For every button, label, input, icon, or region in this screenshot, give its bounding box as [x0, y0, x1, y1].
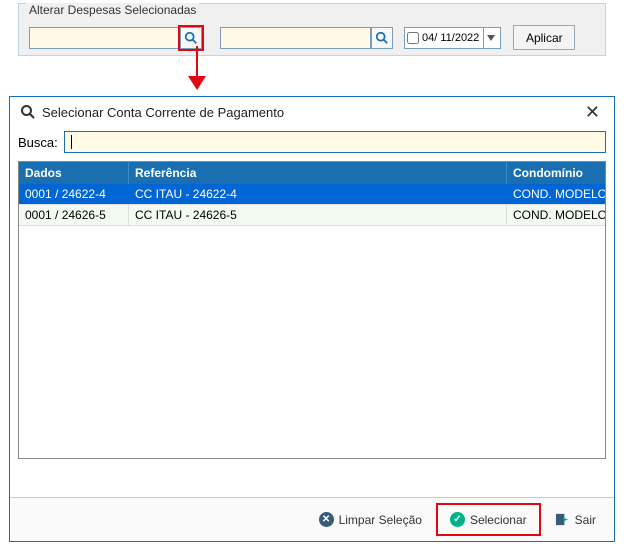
data-grid-header: Dados Referência Condomínio	[18, 161, 606, 184]
chevron-down-icon	[487, 35, 495, 41]
filter-input-2[interactable]	[220, 27, 371, 49]
dialog-footer: ✕ Limpar Seleção ✓ Selecionar Sair	[10, 497, 614, 541]
date-dropdown-icon[interactable]	[483, 28, 498, 48]
exit-button[interactable]: Sair	[545, 507, 606, 532]
search-input[interactable]	[64, 131, 606, 153]
search-icon	[20, 104, 36, 120]
filter-panel: Alterar Despesas Selecionadas 04/ 11/202…	[18, 3, 606, 56]
search-row: Busca:	[10, 127, 614, 161]
column-header-dados[interactable]: Dados	[19, 162, 129, 184]
clear-label: Limpar Seleção	[339, 513, 422, 527]
apply-button[interactable]: Aplicar	[513, 25, 575, 50]
filter-input-1[interactable]	[29, 27, 180, 49]
cell-dados: 0001 / 24626-5	[19, 205, 129, 225]
select-label: Selecionar	[470, 513, 527, 527]
column-header-condominio[interactable]: Condomínio	[507, 162, 605, 184]
cell-dados: 0001 / 24622-4	[19, 184, 129, 204]
filter-panel-title: Alterar Despesas Selecionadas	[26, 3, 199, 17]
cell-condominio: COND. MODELO I	[507, 205, 605, 225]
column-header-referencia[interactable]: Referência	[129, 162, 507, 184]
exit-label: Sair	[575, 513, 596, 527]
data-grid-body[interactable]: 0001 / 24622-4 CC ITAU - 24622-4 COND. M…	[18, 184, 606, 459]
exit-icon	[555, 512, 570, 527]
close-button[interactable]: ✕	[581, 103, 604, 121]
cell-referencia: CC ITAU - 24622-4	[129, 184, 507, 204]
search-icon	[184, 31, 198, 45]
highlight-arrow	[190, 46, 204, 92]
clear-icon: ✕	[319, 512, 334, 527]
check-icon: ✓	[450, 512, 465, 527]
filter-search-2-button[interactable]	[371, 27, 393, 49]
select-account-dialog: Selecionar Conta Corrente de Pagamento ✕…	[9, 96, 615, 542]
filter-row: 04/ 11/2022 Aplicar	[29, 25, 575, 50]
search-label: Busca:	[18, 135, 58, 150]
cell-referencia: CC ITAU - 24626-5	[129, 205, 507, 225]
cell-condominio: COND. MODELO I	[507, 184, 605, 204]
date-picker[interactable]: 04/ 11/2022	[404, 27, 501, 49]
date-checkbox[interactable]	[407, 32, 419, 44]
table-row[interactable]: 0001 / 24626-5 CC ITAU - 24626-5 COND. M…	[19, 205, 605, 226]
select-button[interactable]: ✓ Selecionar	[440, 507, 537, 532]
date-value: 04/ 11/2022	[422, 32, 481, 44]
table-row[interactable]: 0001 / 24622-4 CC ITAU - 24622-4 COND. M…	[19, 184, 605, 205]
dialog-title: Selecionar Conta Corrente de Pagamento	[42, 105, 284, 120]
dialog-titlebar: Selecionar Conta Corrente de Pagamento ✕	[10, 97, 614, 127]
search-icon	[375, 31, 389, 45]
clear-selection-button[interactable]: ✕ Limpar Seleção	[309, 507, 432, 532]
